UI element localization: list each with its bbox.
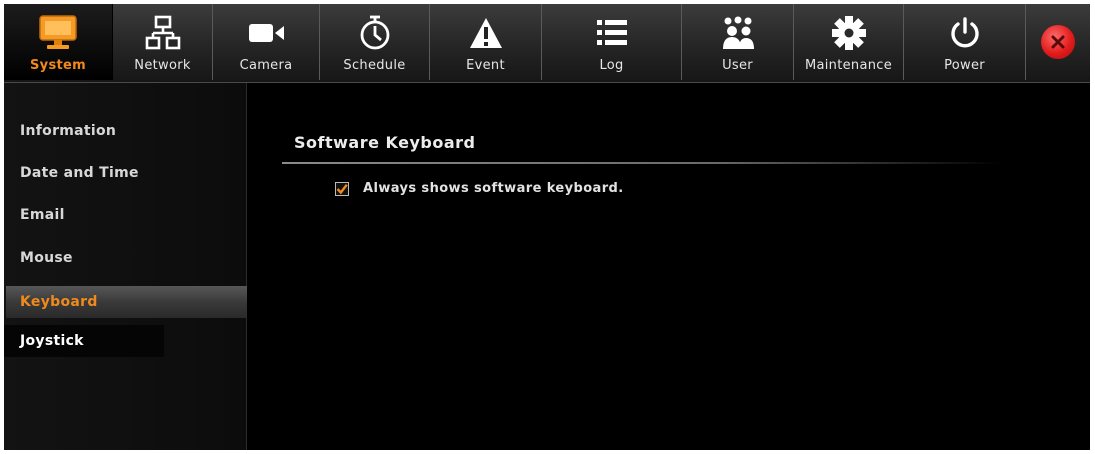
tab-event[interactable]: Event bbox=[430, 4, 542, 80]
tab-label: Maintenance bbox=[804, 58, 893, 73]
list-icon bbox=[595, 14, 629, 52]
tab-network[interactable]: Network bbox=[113, 4, 213, 80]
main-tab-bar: System Network Camera Schedule Event Log… bbox=[4, 4, 1090, 83]
checkmark-icon bbox=[336, 183, 348, 194]
tab-label: Power bbox=[944, 58, 985, 73]
tab-system[interactable]: System bbox=[4, 4, 113, 80]
close-area bbox=[1026, 4, 1090, 80]
close-button[interactable] bbox=[1041, 25, 1075, 59]
sidebar-item-date-and-time[interactable]: Date and Time bbox=[4, 157, 246, 189]
tab-power[interactable]: Power bbox=[904, 4, 1026, 80]
tab-label: Network bbox=[134, 58, 191, 73]
tab-user[interactable]: User bbox=[682, 4, 794, 80]
stopwatch-icon bbox=[357, 14, 393, 52]
monitor-icon bbox=[37, 14, 79, 52]
sidebar-item-mouse[interactable]: Mouse bbox=[4, 242, 246, 274]
sidebar-item-information[interactable]: Information bbox=[4, 115, 246, 147]
sidebar-item-keyboard[interactable]: Keyboard bbox=[6, 286, 264, 318]
always-show-keyboard-label: Always shows software keyboard. bbox=[363, 181, 624, 196]
settings-content: Software Keyboard Always shows software … bbox=[247, 83, 1090, 450]
gear-icon bbox=[830, 14, 868, 52]
settings-sidebar: Information Date and Time Email Mouse Ke… bbox=[4, 83, 264, 450]
close-icon bbox=[1051, 35, 1065, 49]
tab-schedule[interactable]: Schedule bbox=[320, 4, 430, 80]
tab-label: System bbox=[30, 58, 86, 73]
camera-icon bbox=[246, 14, 286, 52]
always-show-keyboard-option[interactable]: Always shows software keyboard. bbox=[335, 181, 624, 196]
section-divider bbox=[282, 162, 1002, 164]
users-icon bbox=[718, 14, 758, 52]
tab-label: User bbox=[722, 58, 753, 73]
tab-maintenance[interactable]: Maintenance bbox=[794, 4, 904, 80]
network-icon bbox=[145, 14, 181, 52]
tab-label: Camera bbox=[239, 58, 293, 73]
power-icon bbox=[948, 14, 982, 52]
always-show-keyboard-checkbox[interactable] bbox=[335, 181, 349, 196]
sidebar-item-email[interactable]: Email bbox=[4, 199, 246, 231]
tab-label: Event bbox=[466, 58, 505, 73]
warning-icon bbox=[468, 14, 504, 52]
tab-camera[interactable]: Camera bbox=[213, 4, 320, 80]
app-window: System Network Camera Schedule Event Log… bbox=[4, 4, 1090, 450]
tab-log[interactable]: Log bbox=[542, 4, 682, 80]
section-title: Software Keyboard bbox=[294, 133, 476, 152]
tab-label: Schedule bbox=[343, 58, 406, 73]
sidebar-item-joystick[interactable]: Joystick bbox=[4, 325, 164, 357]
tab-label: Log bbox=[599, 58, 624, 73]
